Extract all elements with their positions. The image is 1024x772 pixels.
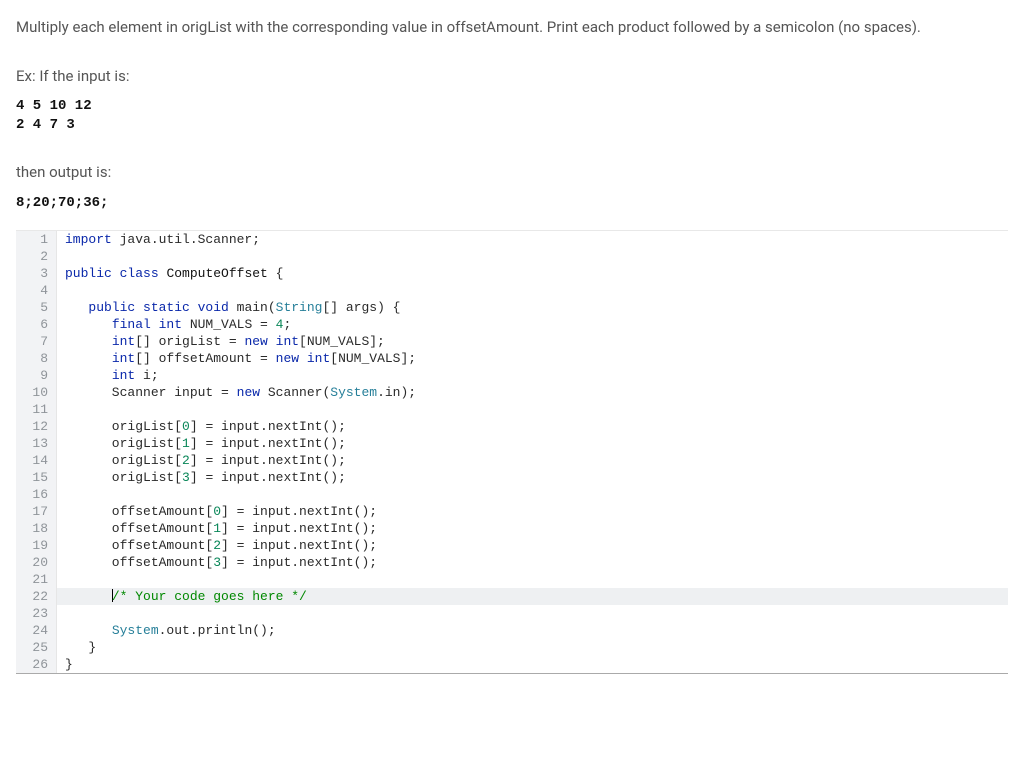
line-number: 17: [16, 503, 57, 520]
code-line[interactable]: 16: [16, 486, 1008, 503]
code-line[interactable]: 22 /* Your code goes here */: [16, 588, 1008, 605]
code-line[interactable]: 20 offsetAmount[3] = input.nextInt();: [16, 554, 1008, 571]
code-content[interactable]: int[] offsetAmount = new int[NUM_VALS];: [57, 350, 1008, 367]
line-number: 26: [16, 656, 57, 673]
line-number: 8: [16, 350, 57, 367]
code-content[interactable]: }: [57, 656, 1008, 673]
code-content[interactable]: [57, 248, 1008, 265]
code-line[interactable]: 18 offsetAmount[1] = input.nextInt();: [16, 520, 1008, 537]
code-content[interactable]: Scanner input = new Scanner(System.in);: [57, 384, 1008, 401]
code-content[interactable]: int i;: [57, 367, 1008, 384]
line-number: 22: [16, 588, 57, 605]
line-number: 25: [16, 639, 57, 656]
line-number: 14: [16, 452, 57, 469]
code-content[interactable]: offsetAmount[1] = input.nextInt();: [57, 520, 1008, 537]
code-line[interactable]: 24 System.out.println();: [16, 622, 1008, 639]
code-content[interactable]: [57, 401, 1008, 418]
line-number: 6: [16, 316, 57, 333]
code-line[interactable]: 10 Scanner input = new Scanner(System.in…: [16, 384, 1008, 401]
code-content[interactable]: [57, 571, 1008, 588]
line-number: 11: [16, 401, 57, 418]
code-content[interactable]: offsetAmount[2] = input.nextInt();: [57, 537, 1008, 554]
line-number: 21: [16, 571, 57, 588]
code-line[interactable]: 23: [16, 605, 1008, 622]
line-number: 15: [16, 469, 57, 486]
code-line[interactable]: 4: [16, 282, 1008, 299]
code-line[interactable]: 1import java.util.Scanner;: [16, 231, 1008, 248]
code-content[interactable]: offsetAmount[3] = input.nextInt();: [57, 554, 1008, 571]
instructions-text: Multiply each element in origList with t…: [16, 16, 1008, 39]
code-content[interactable]: offsetAmount[0] = input.nextInt();: [57, 503, 1008, 520]
code-content[interactable]: public static void main(String[] args) {: [57, 299, 1008, 316]
code-content[interactable]: [57, 605, 1008, 622]
line-number: 13: [16, 435, 57, 452]
example-output: 8;20;70;36;: [16, 193, 1008, 214]
line-number: 23: [16, 605, 57, 622]
line-number: 4: [16, 282, 57, 299]
code-editor[interactable]: 1import java.util.Scanner;23public class…: [16, 230, 1008, 674]
code-line[interactable]: 12 origList[0] = input.nextInt();: [16, 418, 1008, 435]
code-content[interactable]: int[] origList = new int[NUM_VALS];: [57, 333, 1008, 350]
code-line[interactable]: 7 int[] origList = new int[NUM_VALS];: [16, 333, 1008, 350]
then-output-label: then output is:: [16, 161, 1008, 184]
code-line[interactable]: 15 origList[3] = input.nextInt();: [16, 469, 1008, 486]
code-content[interactable]: }: [57, 639, 1008, 656]
code-content[interactable]: System.out.println();: [57, 622, 1008, 639]
code-line[interactable]: 19 offsetAmount[2] = input.nextInt();: [16, 537, 1008, 554]
line-number: 18: [16, 520, 57, 537]
code-line[interactable]: 3public class ComputeOffset {: [16, 265, 1008, 282]
code-content[interactable]: origList[3] = input.nextInt();: [57, 469, 1008, 486]
line-number: 3: [16, 265, 57, 282]
code-content[interactable]: final int NUM_VALS = 4;: [57, 316, 1008, 333]
code-content[interactable]: /* Your code goes here */: [57, 588, 1008, 605]
code-line[interactable]: 13 origList[1] = input.nextInt();: [16, 435, 1008, 452]
code-content[interactable]: [57, 486, 1008, 503]
line-number: 20: [16, 554, 57, 571]
code-line[interactable]: 17 offsetAmount[0] = input.nextInt();: [16, 503, 1008, 520]
code-line[interactable]: 5 public static void main(String[] args)…: [16, 299, 1008, 316]
code-line[interactable]: 6 final int NUM_VALS = 4;: [16, 316, 1008, 333]
code-line[interactable]: 9 int i;: [16, 367, 1008, 384]
code-content[interactable]: import java.util.Scanner;: [57, 231, 1008, 248]
code-line[interactable]: 8 int[] offsetAmount = new int[NUM_VALS]…: [16, 350, 1008, 367]
code-content[interactable]: public class ComputeOffset {: [57, 265, 1008, 282]
code-line[interactable]: 21: [16, 571, 1008, 588]
code-line[interactable]: 11: [16, 401, 1008, 418]
line-number: 24: [16, 622, 57, 639]
line-number: 7: [16, 333, 57, 350]
line-number: 16: [16, 486, 57, 503]
line-number: 10: [16, 384, 57, 401]
code-content[interactable]: origList[1] = input.nextInt();: [57, 435, 1008, 452]
line-number: 12: [16, 418, 57, 435]
code-content[interactable]: origList[0] = input.nextInt();: [57, 418, 1008, 435]
code-line[interactable]: 25 }: [16, 639, 1008, 656]
code-content[interactable]: origList[2] = input.nextInt();: [57, 452, 1008, 469]
code-line[interactable]: 2: [16, 248, 1008, 265]
line-number: 1: [16, 231, 57, 248]
line-number: 2: [16, 248, 57, 265]
line-number: 9: [16, 367, 57, 384]
code-line[interactable]: 14 origList[2] = input.nextInt();: [16, 452, 1008, 469]
example-label: Ex: If the input is:: [16, 65, 1008, 88]
example-input: 4 5 10 12 2 4 7 3: [16, 97, 1008, 135]
code-content[interactable]: [57, 282, 1008, 299]
line-number: 19: [16, 537, 57, 554]
line-number: 5: [16, 299, 57, 316]
code-line[interactable]: 26}: [16, 656, 1008, 673]
